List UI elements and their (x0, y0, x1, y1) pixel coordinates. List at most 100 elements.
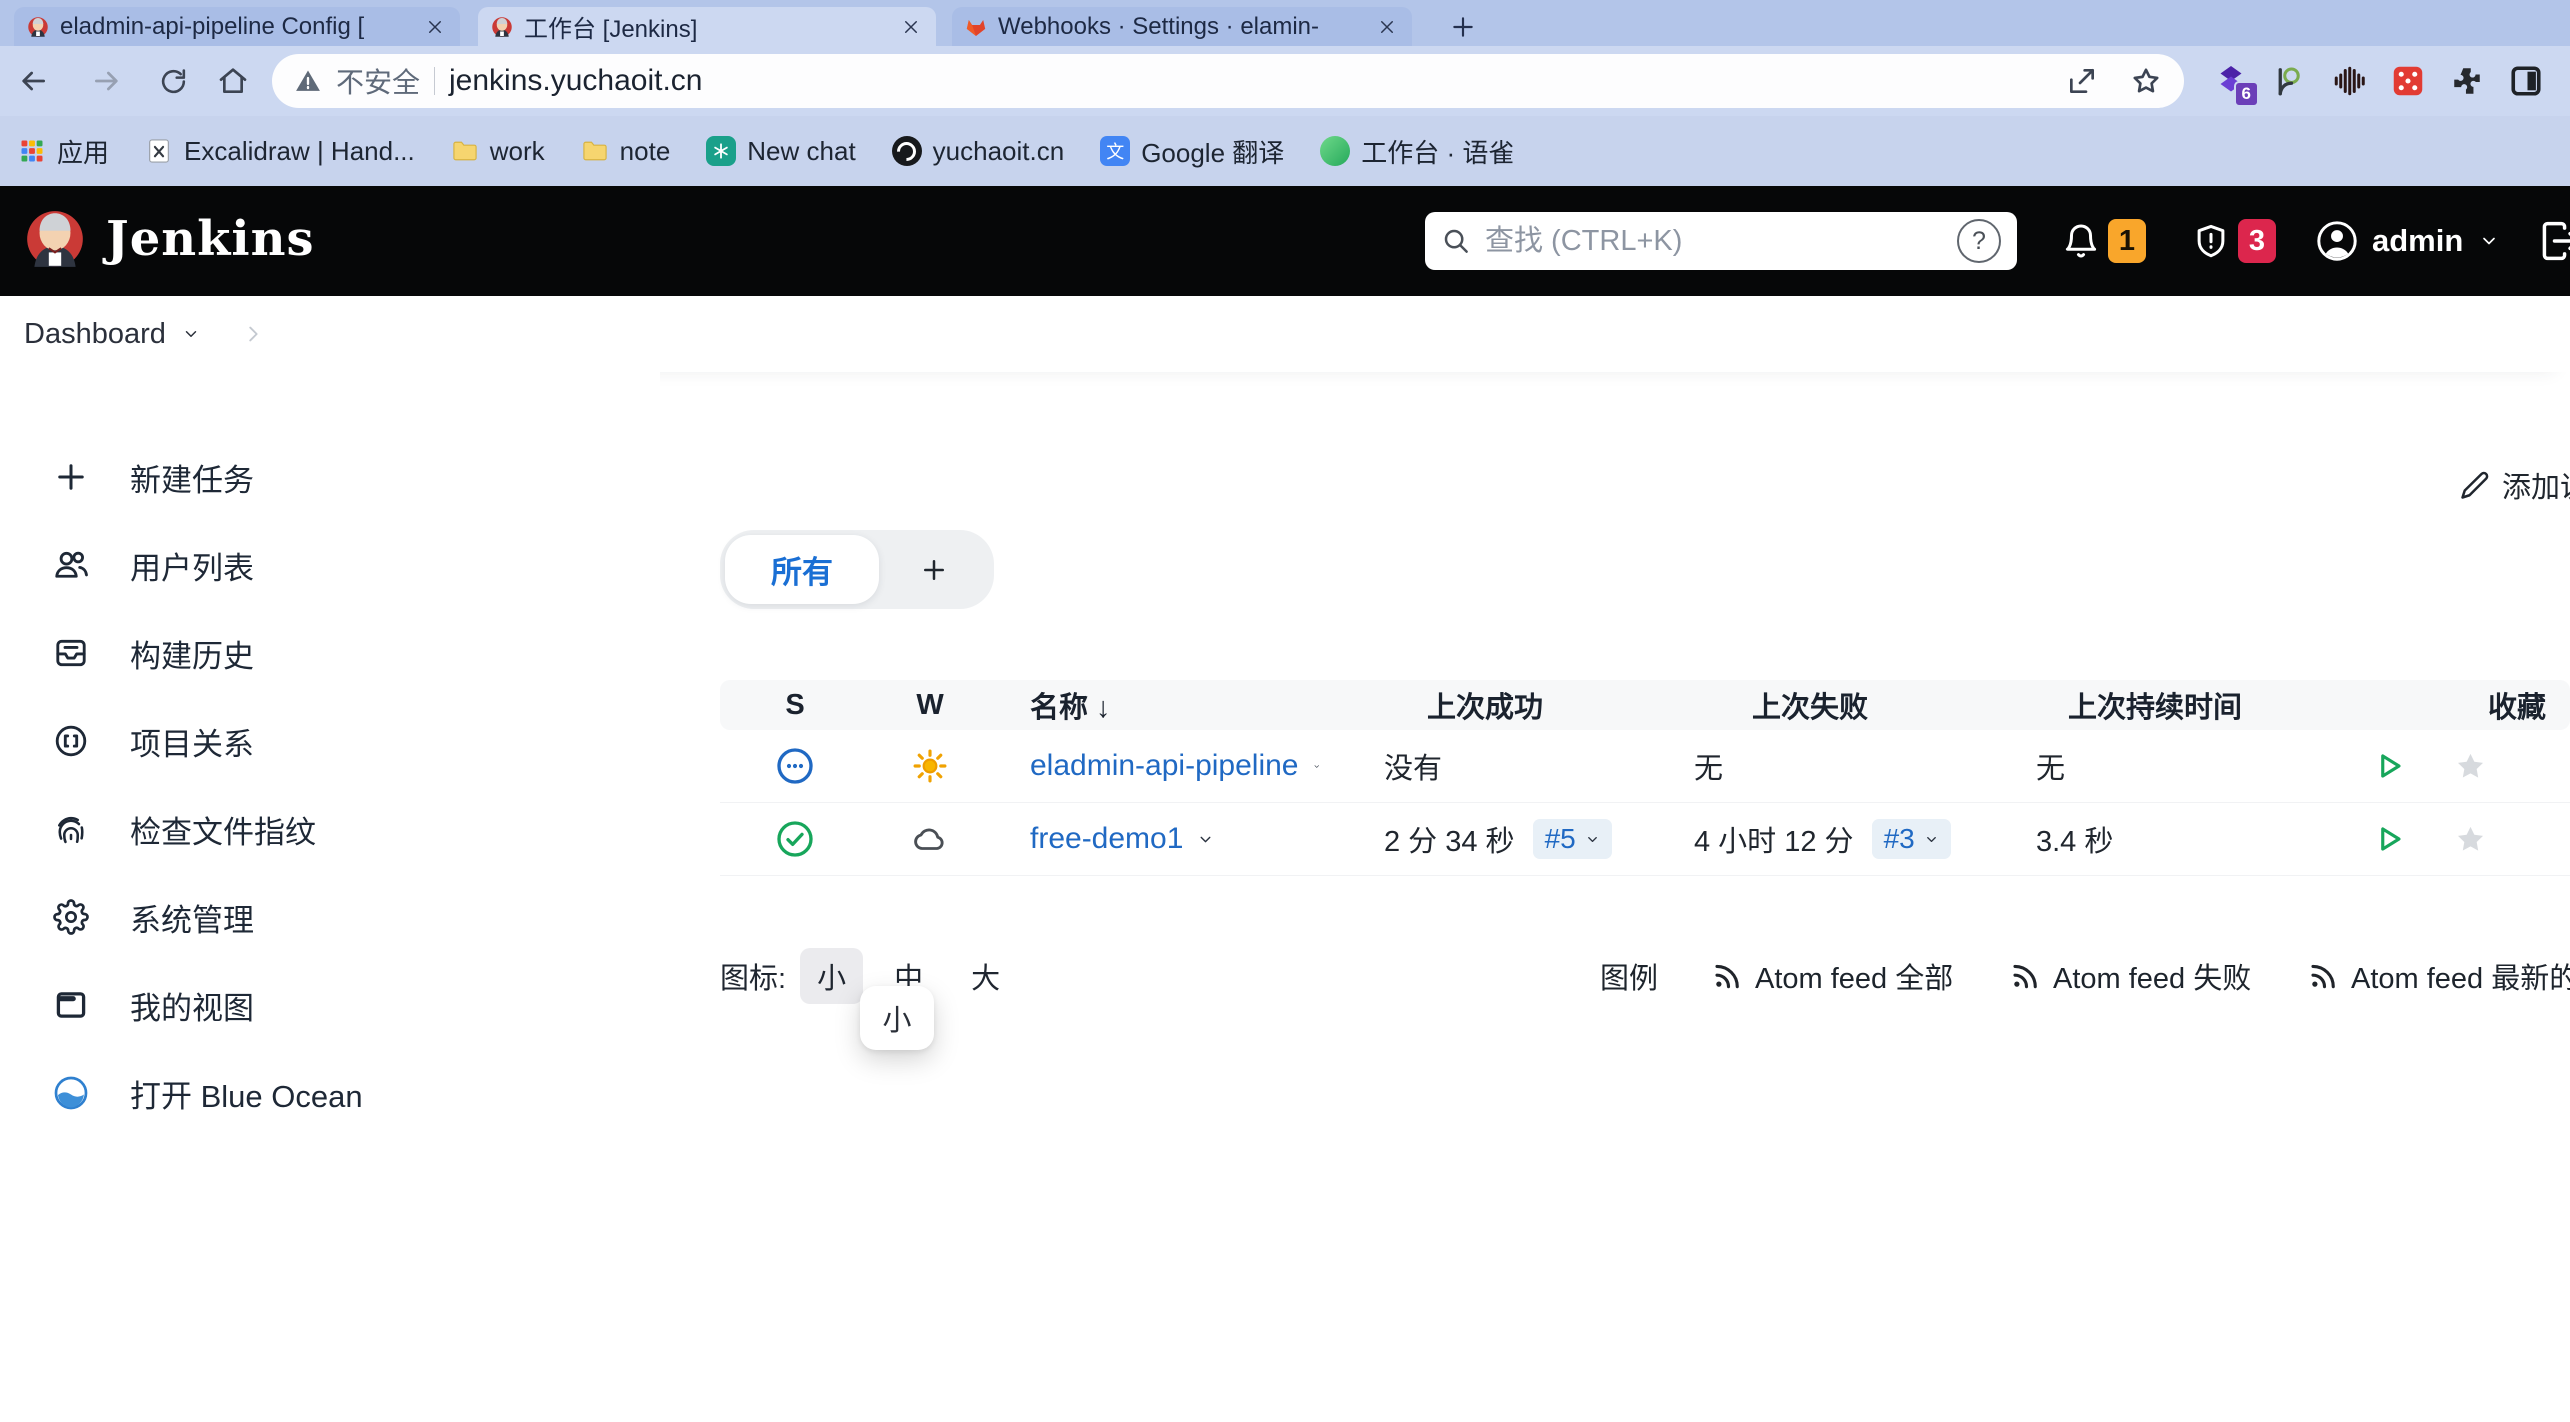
icon-size-large-button[interactable]: 大 (954, 948, 1017, 1004)
run-build-button[interactable] (2370, 748, 2406, 784)
address-bar[interactable]: 不安全 jenkins.yuchaoit.cn (272, 54, 2184, 108)
jobs-table-header: S W 名称 ↓ 上次成功 上次失败 上次持续时间 收藏 (720, 680, 2570, 730)
chevron-down-icon[interactable] (1313, 758, 1321, 775)
security-warnings-group[interactable]: 3 (2192, 186, 2276, 296)
url-text: jenkins.yuchaoit.cn (449, 64, 702, 98)
tab-title: eladmin-api-pipeline Config [ (60, 13, 412, 41)
bookmark-excalidraw[interactable]: Excalidraw | Hand... (145, 136, 415, 167)
search-input[interactable] (1483, 224, 1945, 259)
tab-close-icon[interactable] (422, 14, 448, 40)
bell-icon (2062, 222, 2100, 260)
table-row: free-demo1 2 分 34 秒 #5 4 小时 12 分 #3 (720, 803, 2570, 876)
new-view-button[interactable] (879, 543, 989, 597)
bookmark-folder-work[interactable]: work (451, 136, 545, 167)
profile-icon[interactable] (2508, 63, 2544, 99)
forward-button[interactable] (86, 60, 128, 102)
chevron-down-icon[interactable] (1197, 831, 1214, 848)
sidebar-item-manage-jenkins[interactable]: 系统管理 (0, 873, 660, 961)
breadcrumb-dashboard[interactable]: Dashboard (24, 318, 166, 351)
user-menu[interactable]: admin (2316, 186, 2499, 296)
col-last-success[interactable]: 上次成功 (1320, 684, 1650, 726)
run-build-button[interactable] (2370, 821, 2406, 857)
extension-dice-icon[interactable] (2390, 63, 2426, 99)
jenkins-logo[interactable]: Jenkins (22, 206, 315, 272)
folder-icon (451, 137, 479, 165)
extensions-puzzle-icon[interactable] (2449, 63, 2485, 99)
extension-person-icon[interactable] (2272, 63, 2308, 99)
sidebar-item-new-job[interactable]: 新建任务 (0, 433, 660, 521)
notifications-group[interactable]: 1 (2062, 186, 2146, 296)
reload-button[interactable] (152, 60, 194, 102)
favorite-star-icon[interactable] (2454, 750, 2487, 783)
last-duration-cell: 3.4 秒 (1970, 818, 2340, 860)
logout-icon (2538, 219, 2570, 263)
share-icon[interactable] (2066, 65, 2098, 97)
build-number-link[interactable]: #5 (1533, 819, 1612, 859)
bookmark-yuque[interactable]: 工作台 · 语雀 (1320, 133, 1514, 170)
icon-size-small-button[interactable]: 小 (800, 948, 863, 1004)
gear-icon (52, 898, 90, 936)
extension-purple-icon[interactable]: 6 (2213, 63, 2249, 99)
sidebar-item-project-relationship[interactable]: 项目关系 (0, 697, 660, 785)
chevron-down-icon (2479, 231, 2499, 251)
sidebar-nav: 新建任务 用户列表 构建历史 项目关系 检查文件指纹 系统管理 (0, 372, 660, 1137)
view-tab-all[interactable]: 所有 (725, 535, 879, 604)
bookmark-folder-note[interactable]: note (581, 136, 671, 167)
legend-link[interactable]: 图例 (1600, 944, 1658, 1008)
jobs-table: S W 名称 ↓ 上次成功 上次失败 上次持续时间 收藏 eladmin-api… (720, 680, 2570, 876)
jenkins-header: Jenkins ? 1 3 admin (0, 186, 2570, 296)
col-status[interactable]: S (720, 689, 870, 722)
job-link-eladmin-api-pipeline[interactable]: eladmin-api-pipeline (1030, 749, 1299, 783)
browser-tab-webhooks[interactable]: Webhooks · Settings · elamin- (952, 7, 1412, 46)
col-last-failure[interactable]: 上次失败 (1650, 684, 1970, 726)
tab-close-icon[interactable] (898, 14, 924, 40)
col-weather[interactable]: W (870, 689, 990, 722)
tab-close-icon[interactable] (1374, 14, 1400, 40)
sidebar-item-user-list[interactable]: 用户列表 (0, 521, 660, 609)
atom-feed-all-link[interactable]: Atom feed 全部 (1712, 944, 1953, 1008)
browser-tab-eladmin-config[interactable]: eladmin-api-pipeline Config [ (14, 7, 460, 46)
bookmark-new-chat[interactable]: New chat (706, 136, 855, 167)
bookmark-star-icon[interactable] (2130, 65, 2162, 97)
sidebar-item-fingerprint[interactable]: 检查文件指纹 (0, 785, 660, 873)
logout-button[interactable] (2538, 186, 2570, 296)
bookmarks-bar: 应用 Excalidraw | Hand... work note New ch… (0, 116, 2570, 186)
last-success-time: 2 分 34 秒 (1384, 818, 1515, 860)
tab-title: 工作台 [Jenkins] (524, 9, 888, 44)
atom-feed-failures-link[interactable]: Atom feed 失败 (2010, 944, 2251, 1008)
sidebar-item-build-history[interactable]: 构建历史 (0, 609, 660, 697)
breadcrumb: Dashboard (0, 296, 2570, 372)
jenkins-favicon (26, 15, 50, 39)
favorite-star-icon[interactable] (2454, 823, 2487, 856)
bookmark-apps[interactable]: 应用 (18, 133, 109, 170)
col-name[interactable]: 名称 ↓ (990, 684, 1320, 726)
add-description-button[interactable]: 添加说明 (2460, 464, 2570, 506)
project-relationship-icon (52, 722, 90, 760)
browser-tab-dashboard[interactable]: 工作台 [Jenkins] (478, 7, 936, 46)
plus-icon (919, 555, 949, 585)
build-number-link[interactable]: #3 (1872, 819, 1951, 859)
icon-size-tooltip: 小 (860, 986, 934, 1050)
sidebar-item-my-views[interactable]: 我的视图 (0, 961, 660, 1049)
chevron-down-icon[interactable] (182, 325, 200, 343)
new-tab-button[interactable] (1448, 12, 1478, 42)
omnibox-divider (434, 67, 435, 95)
bookmark-google-translate[interactable]: 文 Google 翻译 (1100, 133, 1284, 170)
last-failure-cell: 无 (1650, 745, 1970, 787)
back-button[interactable] (12, 60, 54, 102)
extension-waveform-icon[interactable] (2331, 63, 2367, 99)
col-last-duration[interactable]: 上次持续时间 (1970, 684, 2340, 726)
weather-sunny-icon (870, 747, 990, 785)
atom-feed-latest-link[interactable]: Atom feed 最新的构 (2308, 944, 2570, 1008)
home-button[interactable] (212, 60, 254, 102)
bookmark-yuchaoit[interactable]: yuchaoit.cn (892, 136, 1065, 167)
sidebar-item-blue-ocean[interactable]: 打开 Blue Ocean (0, 1049, 660, 1137)
chevron-down-icon (1924, 832, 1939, 847)
search-help-button[interactable]: ? (1957, 219, 2001, 263)
jenkins-search-box[interactable]: ? (1425, 212, 2017, 270)
extension-icons-row: 6 (2213, 54, 2544, 108)
job-link-free-demo1[interactable]: free-demo1 (1030, 822, 1183, 856)
status-success-icon (720, 819, 870, 859)
rss-icon (2308, 961, 2338, 991)
rss-icon (1712, 961, 1742, 991)
